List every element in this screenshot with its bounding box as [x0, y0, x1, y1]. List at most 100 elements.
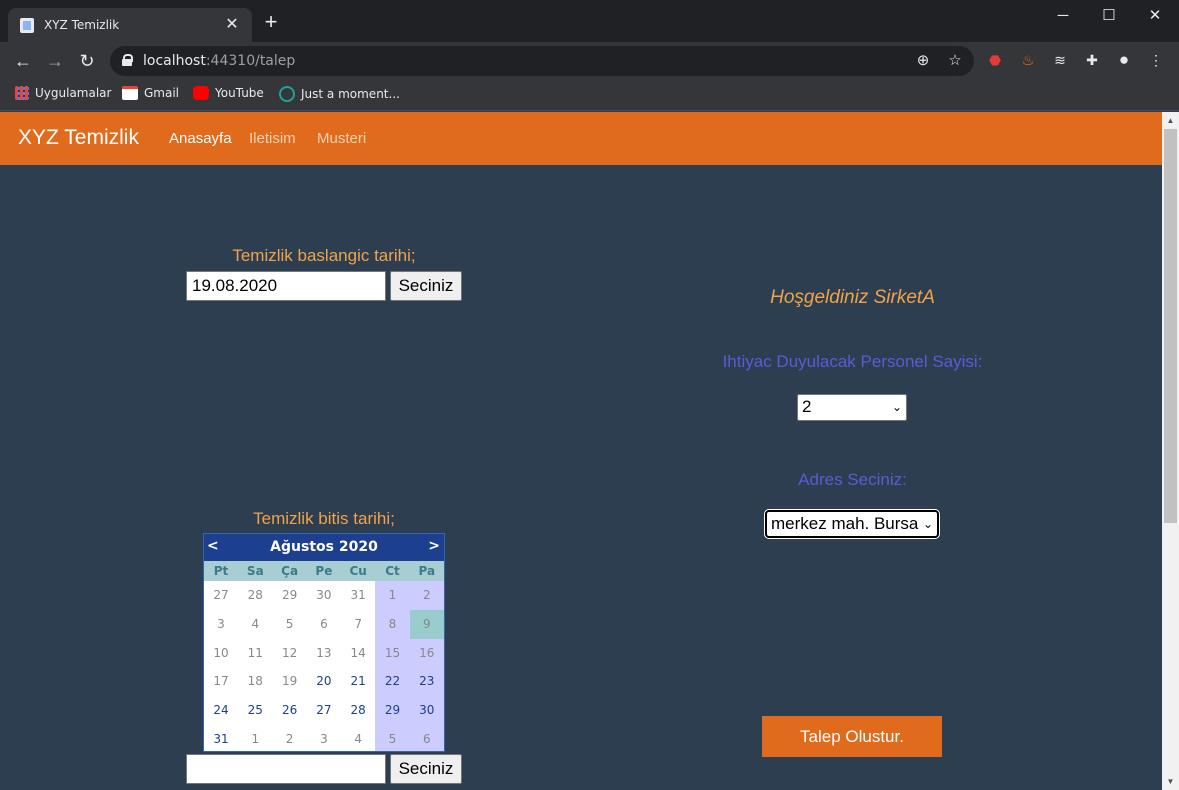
- globe-icon: [279, 86, 295, 102]
- chevron-down-icon: ⌄: [922, 517, 933, 531]
- calendar-day: 14: [350, 645, 366, 660]
- site-brand[interactable]: XYZ Temizlik: [18, 126, 139, 150]
- end-date-input[interactable]: [186, 754, 386, 784]
- page-scrollbar[interactable]: ▲ ▼: [1162, 112, 1179, 790]
- address-select[interactable]: merkez mah. Bursa ⌄: [764, 509, 940, 539]
- star-icon[interactable]: ☆: [945, 51, 965, 71]
- start-date-select-button[interactable]: Seciniz: [390, 271, 462, 301]
- gmail-icon: [122, 86, 138, 100]
- calendar-day[interactable]: 21: [341, 667, 375, 696]
- calendar-day: 28: [247, 588, 263, 602]
- staff-count-value: 2: [802, 397, 812, 416]
- calendar-weekday-6: Pa: [418, 564, 436, 578]
- calendar-day: 30: [316, 588, 332, 602]
- forward-arrow-icon[interactable]: →: [44, 50, 66, 72]
- calendar-day: 8: [388, 616, 397, 631]
- apps-grid-icon: [15, 86, 29, 100]
- create-request-button[interactable]: Talep Olustur.: [762, 716, 942, 757]
- calendar-weekday-4: Cu: [349, 564, 367, 578]
- puzzle-extensions-icon[interactable]: ✚: [1082, 50, 1102, 70]
- calendar-day[interactable]: 26: [273, 696, 307, 725]
- welcome-heading: Hoşgeldiniz SirketA: [770, 287, 935, 308]
- calendar-day: 31: [350, 588, 366, 602]
- calendar-weekday-3: Pe: [315, 564, 333, 578]
- site-navbar: XYZ Temizlik Anasayfa Iletisim Musteri: [0, 112, 1162, 165]
- browser-tab-bar: XYZ Temizlik ✕ + ─ ☐ ✕: [0, 0, 1179, 42]
- calendar-day: 1: [251, 732, 260, 746]
- bookmarks-bar: Uygulamalar Gmail YouTube Just a moment.…: [0, 80, 1179, 111]
- new-tab-icon[interactable]: +: [260, 11, 282, 33]
- lock-icon[interactable]: [122, 54, 133, 66]
- nav-link-musteri[interactable]: Musteri: [317, 130, 366, 147]
- calendar-day[interactable]: 24: [204, 696, 238, 725]
- calendar-day: 4: [251, 616, 260, 631]
- zoom-icon[interactable]: ⊕: [913, 51, 933, 71]
- url-text: localhost:44310/talep: [143, 53, 296, 69]
- calendar-day[interactable]: 31: [204, 725, 238, 754]
- calendar-day: 12: [281, 645, 298, 660]
- calendar-day[interactable]: 28: [341, 696, 375, 725]
- minimize-icon[interactable]: ─: [1040, 4, 1086, 28]
- calendar-weekday-0: Pt: [213, 564, 229, 578]
- calendar-day: 11: [247, 645, 263, 660]
- back-arrow-icon[interactable]: ←: [12, 50, 34, 72]
- scroll-up-icon[interactable]: ▲: [1162, 112, 1179, 129]
- nav-link-iletisim[interactable]: Iletisim: [249, 130, 296, 147]
- calendar-day: 19: [281, 674, 298, 689]
- end-date-select-button[interactable]: Seciniz: [390, 754, 462, 784]
- calendar-day: 18: [247, 674, 263, 689]
- start-date-label: Temizlik baslangic tarihi;: [232, 246, 416, 265]
- calendar-day: 3: [217, 616, 225, 631]
- calendar-day[interactable]: 27: [307, 696, 341, 725]
- maximize-icon[interactable]: ☐: [1086, 4, 1132, 28]
- calendar-day: 15: [384, 645, 401, 660]
- address-bar[interactable]: localhost:44310/talep ⊕ ☆: [110, 46, 974, 76]
- calendar-day: 29: [281, 588, 298, 602]
- calendar-day: 3: [320, 732, 328, 746]
- youtube-icon: [193, 86, 209, 100]
- calendar-weekday-1: Sa: [246, 564, 264, 578]
- calendar-day[interactable]: 23: [410, 667, 444, 696]
- menu-kebab-icon[interactable]: ⋮: [1146, 50, 1166, 70]
- calendar-day: 27: [213, 588, 229, 602]
- calendar-next-month-icon[interactable]: >: [428, 538, 440, 554]
- calendar-day: 13: [316, 645, 332, 660]
- calendar-day: 7: [354, 616, 362, 631]
- calendar-weekday-row: Pt Sa Ça Pe Cu Ct Pa: [204, 561, 444, 581]
- calendar-day: 1: [388, 588, 397, 602]
- profile-avatar-icon[interactable]: ●: [1114, 50, 1134, 70]
- page-favicon-icon: [20, 18, 34, 33]
- calendar-day: 6: [320, 616, 328, 631]
- calendar-day: 10: [213, 645, 229, 660]
- scroll-down-icon[interactable]: ▼: [1162, 773, 1179, 790]
- calendar-day[interactable]: 25: [238, 696, 272, 725]
- fire-extension-icon[interactable]: ♨: [1018, 50, 1038, 70]
- bookmark-apps[interactable]: Uygulamalar: [15, 86, 111, 104]
- nav-link-anasayfa[interactable]: Anasayfa: [169, 130, 232, 147]
- close-tab-icon[interactable]: ✕: [222, 14, 242, 34]
- wave-extension-icon[interactable]: ≋: [1050, 50, 1070, 70]
- adblock-extension-icon[interactable]: ⬣: [985, 50, 1005, 70]
- address-label: Adres Seciniz:: [798, 470, 907, 489]
- calendar-day: 4: [354, 732, 362, 746]
- bookmark-just-a-moment[interactable]: Just a moment...: [279, 86, 400, 104]
- calendar-day: 5: [388, 732, 397, 746]
- calendar-prev-month-icon[interactable]: <: [207, 538, 219, 554]
- reload-icon[interactable]: ↻: [76, 50, 98, 72]
- bookmark-gmail[interactable]: Gmail: [122, 86, 179, 104]
- calendar-header: Ağustos 2020 < >: [204, 534, 444, 561]
- close-window-icon[interactable]: ✕: [1132, 4, 1178, 28]
- calendar-day[interactable]: 20: [307, 667, 341, 696]
- browser-tab[interactable]: XYZ Temizlik ✕: [8, 8, 252, 42]
- calendar-day: 5: [285, 616, 294, 631]
- calendar-day[interactable]: 30: [410, 696, 444, 725]
- calendar-day[interactable]: 22: [376, 667, 410, 696]
- staff-count-label: Ihtiyac Duyulacak Personel Sayisi:: [722, 352, 983, 371]
- staff-count-select[interactable]: 2 ⌄: [797, 394, 907, 421]
- bookmark-youtube[interactable]: YouTube: [193, 86, 264, 104]
- scroll-thumb[interactable]: [1164, 129, 1177, 523]
- calendar-day[interactable]: 29: [376, 696, 410, 725]
- start-date-input[interactable]: 19.08.2020: [186, 271, 386, 301]
- calendar-day: 2: [422, 588, 431, 602]
- end-date-label: Temizlik bitis tarihi;: [253, 509, 395, 528]
